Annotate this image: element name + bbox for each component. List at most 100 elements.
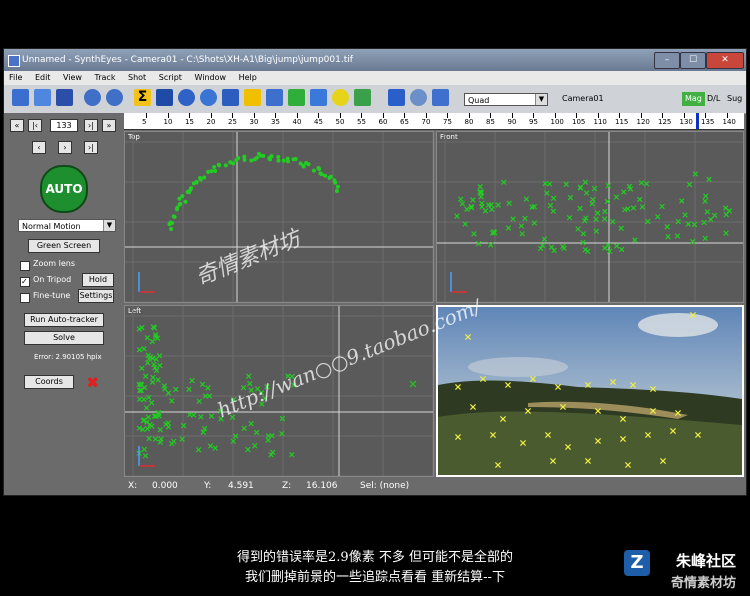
rewind-icon[interactable]: « xyxy=(10,119,24,132)
tracker-marker xyxy=(149,379,156,385)
cube-icon[interactable] xyxy=(310,89,327,106)
ruler-tick-label: 55 xyxy=(357,118,366,126)
coords-button[interactable]: Coords xyxy=(24,375,74,389)
tracker-marker xyxy=(475,240,482,247)
save-icon[interactable] xyxy=(56,89,73,106)
tracker-point xyxy=(249,158,254,163)
ruler-tick-label: 15 xyxy=(185,118,194,126)
zoom-lens-checkbox[interactable] xyxy=(20,261,30,271)
dl-toggle[interactable]: D/L xyxy=(704,92,723,106)
tracker-panel-icon[interactable] xyxy=(156,89,173,106)
menu-shot[interactable]: Shot xyxy=(123,71,151,85)
motion-select[interactable]: Normal Motion ▼ xyxy=(18,219,116,232)
ruler-tick-label: 110 xyxy=(593,118,607,126)
maximize-button[interactable]: ☐ xyxy=(680,52,706,69)
ruler-tick-label: 140 xyxy=(722,118,736,126)
summary-icon[interactable] xyxy=(178,89,195,106)
tracker-point xyxy=(269,154,274,159)
run-auto-tracker-button[interactable]: Run Auto-tracker xyxy=(24,313,104,327)
brand-logo-icon: Z xyxy=(624,550,650,576)
tracker-marker xyxy=(157,427,163,433)
fit-view-icon[interactable] xyxy=(432,89,449,106)
tracker-point xyxy=(178,201,183,206)
top-viewport[interactable]: Top xyxy=(124,131,434,303)
tracker-point xyxy=(202,175,207,180)
step-back-icon[interactable]: |‹ xyxy=(28,119,42,132)
timeline-ruler[interactable]: 5 10 15 20 25 30 35 40 45 50 55 60 65 70 75 80 85 90 95 100… xyxy=(124,113,744,130)
settings-button[interactable]: Settings xyxy=(78,289,114,303)
menu-window[interactable]: Window xyxy=(189,71,231,85)
redo-icon[interactable] xyxy=(106,89,123,106)
arrow-right-icon[interactable] xyxy=(388,89,405,106)
ruler-tick-label: 75 xyxy=(443,118,452,126)
sug-toggle[interactable]: Sug xyxy=(724,92,745,106)
control-panel: « |‹ 133 ›| » ‹ › ›| AUTO Normal Motion … xyxy=(4,113,124,475)
tracker-marker xyxy=(495,202,501,208)
ruler-tick-label: 30 xyxy=(249,118,259,126)
camera-viewport[interactable] xyxy=(436,305,744,477)
lens-icon[interactable] xyxy=(200,89,217,106)
prev-key-icon[interactable]: ‹ xyxy=(32,141,46,154)
solve-button[interactable]: Solve xyxy=(24,331,104,345)
shape-icon[interactable] xyxy=(354,89,371,106)
front-viewport[interactable]: Front xyxy=(436,131,744,303)
green-screen-button[interactable]: Green Screen xyxy=(28,239,100,253)
solver-sigma-icon[interactable]: Σ xyxy=(134,89,151,106)
tracker-marker xyxy=(659,203,665,210)
undo-icon[interactable] xyxy=(84,89,101,106)
menu-script[interactable]: Script xyxy=(154,71,187,85)
on-tripod-checkbox[interactable]: ✓ xyxy=(20,277,30,287)
step-forward-icon[interactable]: ›| xyxy=(84,119,98,132)
fine-tune-checkbox[interactable] xyxy=(20,293,30,303)
tracker-marker xyxy=(638,180,645,186)
tracker-marker xyxy=(541,236,548,242)
light-bulb-icon[interactable] xyxy=(332,89,349,106)
tracker-marker xyxy=(289,451,295,458)
mag-toggle[interactable]: Mag xyxy=(682,92,705,106)
tracker-marker xyxy=(142,373,149,379)
view-layout-select[interactable]: Quad ▼ xyxy=(464,93,548,106)
tracker-marker xyxy=(613,194,620,200)
zoom-icon[interactable] xyxy=(410,89,427,106)
tracker-marker xyxy=(602,208,608,215)
tracker-marker xyxy=(152,436,159,442)
tracker-marker xyxy=(550,208,557,214)
tracker-point xyxy=(168,220,173,225)
new-file-icon[interactable] xyxy=(12,89,29,106)
hold-button[interactable]: Hold xyxy=(82,273,114,287)
tracker-marker xyxy=(722,205,729,211)
coordinate-icon[interactable] xyxy=(222,89,239,106)
auto-button[interactable]: AUTO xyxy=(40,165,88,213)
tracker-marker xyxy=(519,231,525,237)
tracker-point xyxy=(180,194,185,199)
play-icon[interactable]: › xyxy=(58,141,72,154)
menu-edit[interactable]: Edit xyxy=(30,71,56,85)
menu-track[interactable]: Track xyxy=(90,71,121,85)
tracker-point xyxy=(311,168,316,173)
frame-number-field[interactable]: 133 xyxy=(50,119,78,132)
fast-forward-icon[interactable]: » xyxy=(102,119,116,132)
minimize-button[interactable]: – xyxy=(654,52,680,69)
ruler-tick-label: 25 xyxy=(228,118,237,126)
graph-editor-icon[interactable] xyxy=(288,89,305,106)
3d-panel-icon[interactable] xyxy=(266,89,283,106)
menu-file[interactable]: File xyxy=(4,71,27,85)
current-frame-marker[interactable] xyxy=(696,113,700,129)
tracker-marker xyxy=(143,405,150,411)
tracker-marker xyxy=(186,386,192,393)
open-folder-icon[interactable] xyxy=(34,89,51,106)
tracker-marker xyxy=(708,216,714,223)
tracker-marker xyxy=(245,446,251,453)
tracker-marker xyxy=(279,415,286,422)
on-tripod-label: On Tripod xyxy=(33,275,72,284)
next-key-icon[interactable]: ›| xyxy=(84,141,98,154)
delete-icon[interactable]: ✖ xyxy=(86,373,99,392)
tracker-marker xyxy=(471,231,477,237)
tracker-marker xyxy=(506,200,512,207)
tracker-marker xyxy=(566,214,573,221)
lighting-icon[interactable] xyxy=(244,89,261,106)
tracker-marker xyxy=(686,181,693,188)
close-button[interactable]: ✕ xyxy=(706,52,744,69)
menu-help[interactable]: Help xyxy=(234,71,262,85)
menu-view[interactable]: View xyxy=(58,71,87,85)
